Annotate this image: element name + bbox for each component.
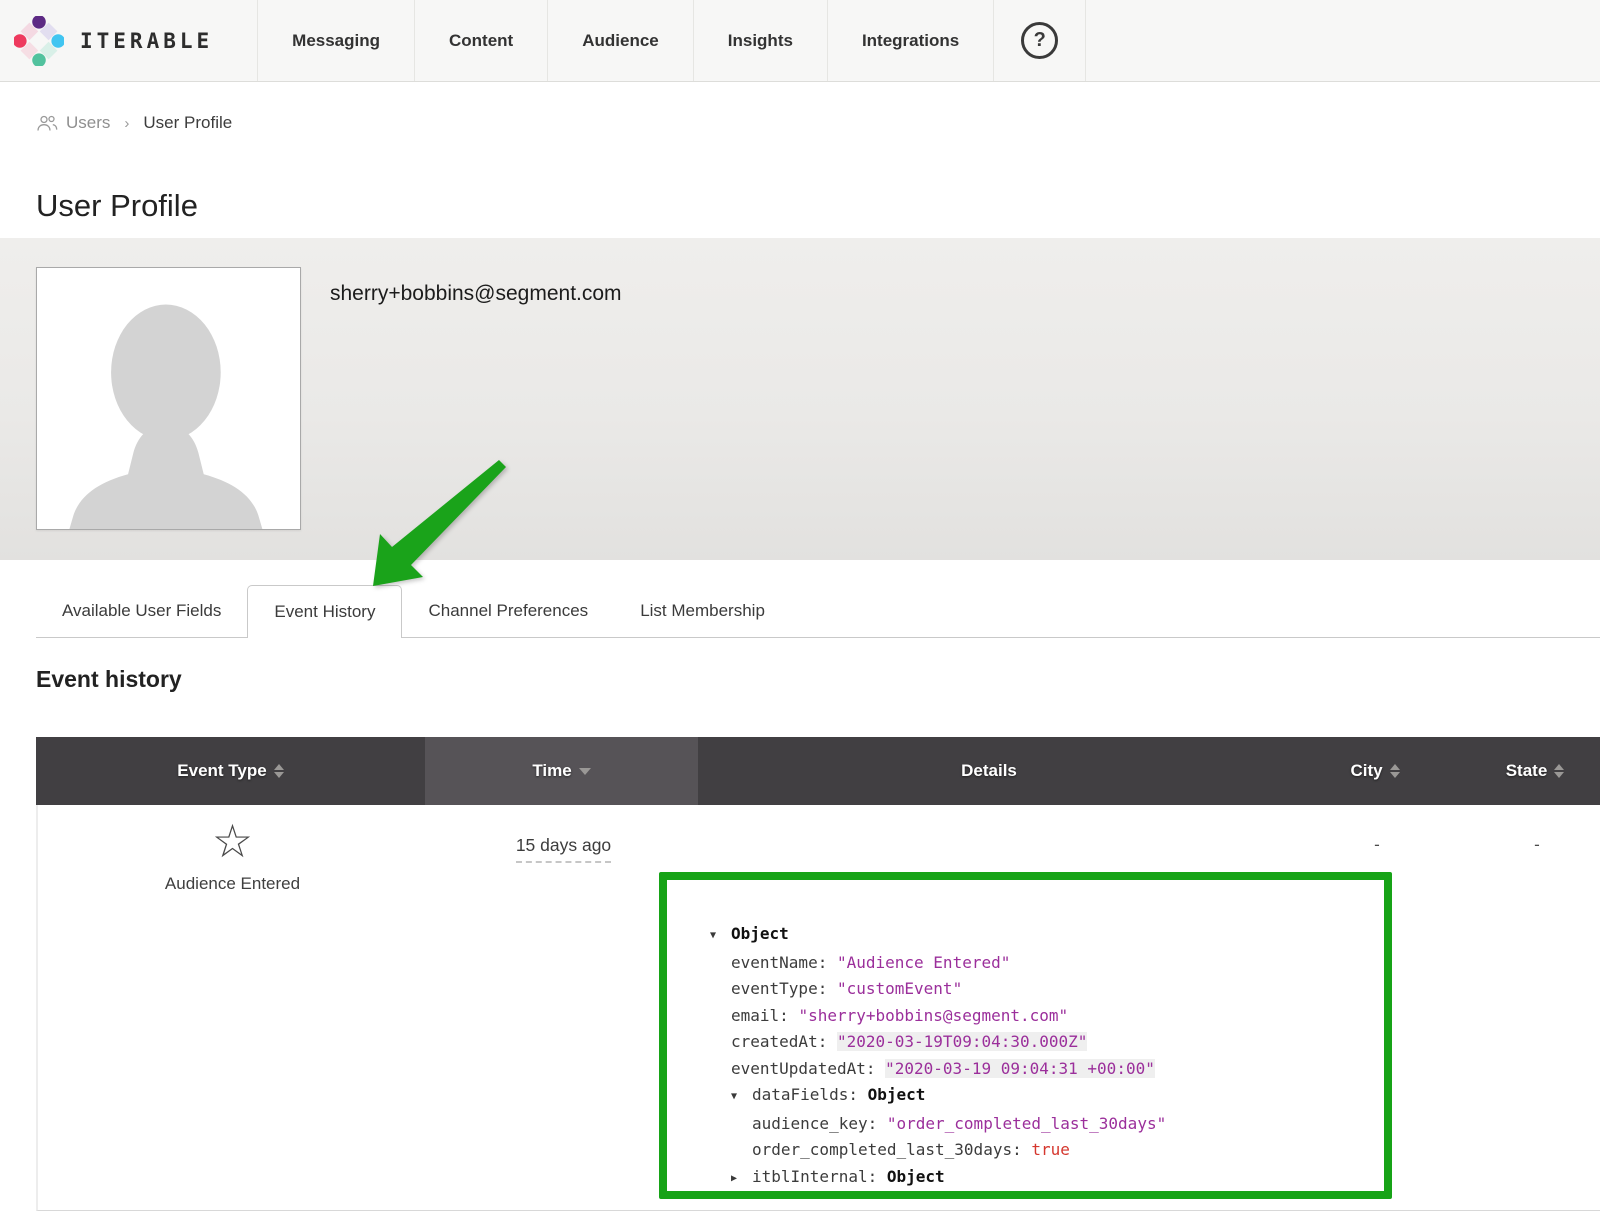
json-value: Object — [731, 924, 789, 943]
breadcrumb: Users › User Profile — [36, 113, 232, 133]
json-key: createdAt: — [731, 1032, 837, 1051]
column-header-details[interactable]: Details — [698, 737, 1280, 805]
json-value: Object — [887, 1167, 945, 1186]
column-header-time[interactable]: Time — [425, 737, 698, 805]
time-cell: 15 days ago — [427, 835, 700, 856]
json-value: Object — [868, 1085, 926, 1104]
iterable-logo-icon — [14, 16, 64, 66]
json-key: eventName: — [731, 953, 837, 972]
json-toggle-icon-open[interactable]: ▼ — [731, 1084, 752, 1111]
json-line: email: "sherry+bobbins@segment.com" — [710, 1003, 1374, 1030]
top-nav: ITERABLE MessagingContentAudienceInsight… — [0, 0, 1600, 82]
state-cell: - — [1472, 835, 1600, 855]
json-line: createdAt: "2020-03-19T09:04:30.000Z" — [710, 1029, 1374, 1056]
breadcrumb-users-label: Users — [66, 113, 110, 133]
json-value: "2020-03-19T09:04:30.000Z" — [837, 1032, 1087, 1051]
city-cell: - — [1282, 835, 1472, 855]
json-key: audience_key: — [752, 1114, 887, 1133]
users-icon — [36, 115, 58, 132]
breadcrumb-current: User Profile — [143, 113, 232, 133]
json-toggle-icon-open[interactable]: ▼ — [710, 923, 731, 950]
nav-item-messaging[interactable]: Messaging — [257, 0, 414, 81]
sort-arrows-icon — [1554, 764, 1564, 778]
event-history-heading: Event history — [36, 666, 182, 693]
profile-hero: sherry+bobbins@segment.com — [0, 238, 1600, 560]
help-button[interactable]: ? — [993, 0, 1086, 81]
column-label-details: Details — [961, 761, 1017, 781]
json-line: ▼dataFields: Object — [710, 1082, 1374, 1111]
json-line: order_completed_last_30days: true — [710, 1137, 1374, 1164]
json-key: email: — [731, 1006, 798, 1025]
event-details-highlight-box: ▼ObjecteventName: "Audience Entered"even… — [659, 872, 1392, 1199]
json-value: "Audience Entered" — [837, 953, 1010, 972]
json-value: "customEvent" — [837, 979, 962, 998]
nav-item-audience[interactable]: Audience — [547, 0, 693, 81]
brand-wordmark: ITERABLE — [80, 29, 213, 53]
relative-time-link[interactable]: 15 days ago — [516, 835, 611, 863]
help-icon: ? — [1021, 22, 1058, 59]
page-title: User Profile — [36, 188, 198, 224]
profile-email: sherry+bobbins@segment.com — [330, 282, 622, 306]
json-key: itblInternal: — [752, 1167, 887, 1186]
nav-item-insights[interactable]: Insights — [693, 0, 827, 81]
column-header-event-type[interactable]: Event Type — [36, 737, 425, 805]
json-line: eventUpdatedAt: "2020-03-19 09:04:31 +00… — [710, 1056, 1374, 1083]
json-value: "order_completed_last_30days" — [887, 1114, 1166, 1133]
sort-arrows-icon — [1390, 764, 1400, 778]
json-line: eventName: "Audience Entered" — [710, 950, 1374, 977]
json-key: dataFields: — [752, 1085, 868, 1104]
json-key: eventType: — [731, 979, 837, 998]
sort-up-icon — [274, 764, 284, 770]
column-header-city[interactable]: City — [1280, 737, 1470, 805]
json-value: "2020-03-19 09:04:31 +00:00" — [885, 1059, 1155, 1078]
avatar-placeholder-icon — [37, 268, 300, 529]
json-line: audience_key: "order_completed_last_30da… — [710, 1111, 1374, 1138]
json-line: ▶itblInternal: Object — [710, 1164, 1374, 1193]
tab-list-membership[interactable]: List Membership — [614, 585, 791, 637]
json-value: "sherry+bobbins@segment.com" — [798, 1006, 1068, 1025]
tab-available-user-fields[interactable]: Available User Fields — [36, 585, 247, 637]
sort-down-icon — [274, 772, 284, 778]
column-label-state: State — [1506, 761, 1548, 781]
json-toggle-icon-closed[interactable]: ▶ — [731, 1166, 752, 1193]
column-label-city: City — [1350, 761, 1382, 781]
nav-item-content[interactable]: Content — [414, 0, 547, 81]
json-key: eventUpdatedAt: — [731, 1059, 885, 1078]
json-key: order_completed_last_30days: — [752, 1140, 1031, 1159]
nav-items: MessagingContentAudienceInsightsIntegrat… — [257, 0, 993, 81]
custom-event-star-icon: ☆ — [38, 818, 427, 864]
brand[interactable]: ITERABLE — [0, 0, 257, 81]
sort-up-icon — [1390, 764, 1400, 770]
sort-desc-icon — [579, 768, 591, 775]
sort-arrows-icon — [274, 764, 284, 778]
sort-down-icon — [1554, 772, 1564, 778]
sort-down-icon — [579, 768, 591, 775]
annotation-arrow — [345, 438, 520, 598]
json-value: true — [1031, 1140, 1070, 1159]
event-type-label: Audience Entered — [38, 874, 427, 894]
chevron-right-icon: › — [124, 115, 129, 132]
sort-down-icon — [1390, 772, 1400, 778]
column-label-time: Time — [532, 761, 571, 781]
breadcrumb-users-link[interactable]: Users — [36, 113, 110, 133]
event-details-json: ▼ObjecteventName: "Audience Entered"even… — [667, 880, 1384, 1192]
event-type-cell: ☆ Audience Entered — [38, 818, 427, 894]
avatar — [36, 267, 301, 530]
event-table-row: ☆ Audience Entered 15 days ago - - ▼Obje… — [36, 805, 1600, 1211]
json-line: eventType: "customEvent" — [710, 976, 1374, 1003]
json-line: ▼Object — [710, 921, 1374, 950]
sort-up-icon — [1554, 764, 1564, 770]
column-label-event-type: Event Type — [177, 761, 266, 781]
nav-item-integrations[interactable]: Integrations — [827, 0, 993, 81]
column-header-state[interactable]: State — [1470, 737, 1600, 805]
event-table-header: Event Type Time Details City State — [36, 737, 1600, 805]
profile-tabs: Available User FieldsEvent HistoryChanne… — [36, 585, 1600, 638]
